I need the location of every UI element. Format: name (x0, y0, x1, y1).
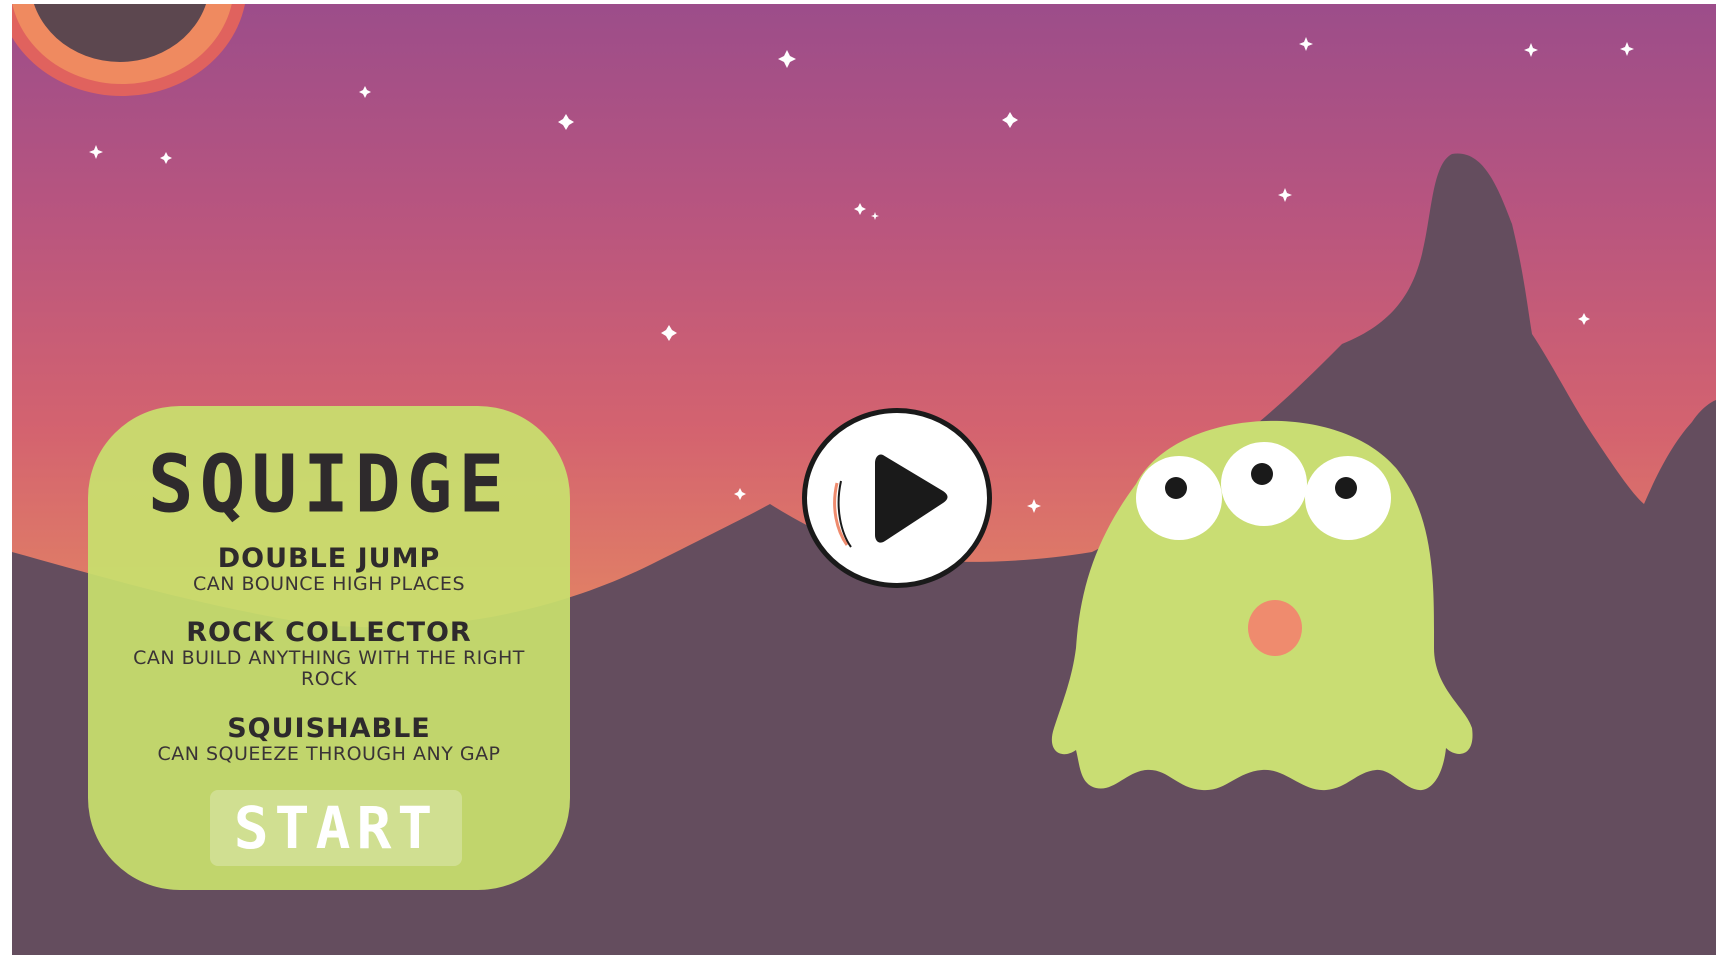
ability-rock-collector: ROCK COLLECTOR CAN BUILD ANYTHING WITH T… (108, 618, 550, 690)
ability-name: DOUBLE JUMP (217, 543, 441, 574)
ability-description: CAN SQUEEZE THROUGH ANY GAP (157, 743, 501, 765)
ability-squishable: SQUISHABLE CAN SQUEEZE THROUGH ANY GAP (108, 714, 550, 765)
alien-mouth (1248, 600, 1302, 656)
ability-name: SQUISHABLE (227, 713, 431, 744)
game-title: SQUIDGE (147, 436, 511, 531)
ability-description: CAN BUILD ANYTHING WITH THE RIGHT ROCK (133, 647, 525, 690)
ability-name: ROCK COLLECTOR (186, 617, 472, 648)
game-scene: SQUIDGE DOUBLE JUMP CAN BOUNCE HIGH PLAC… (12, 4, 1716, 955)
start-button[interactable]: START (210, 790, 462, 866)
ability-description: CAN BOUNCE HIGH PLACES (192, 573, 466, 595)
ability-double-jump: DOUBLE JUMP CAN BOUNCE HIGH PLACES (108, 544, 550, 595)
character-info-card: SQUIDGE DOUBLE JUMP CAN BOUNCE HIGH PLAC… (88, 406, 570, 890)
alien-character (1051, 420, 1473, 791)
alien-eyes (1136, 442, 1391, 540)
play-button[interactable] (802, 408, 992, 588)
play-icon (833, 454, 948, 548)
planet-decoration (12, 4, 245, 96)
